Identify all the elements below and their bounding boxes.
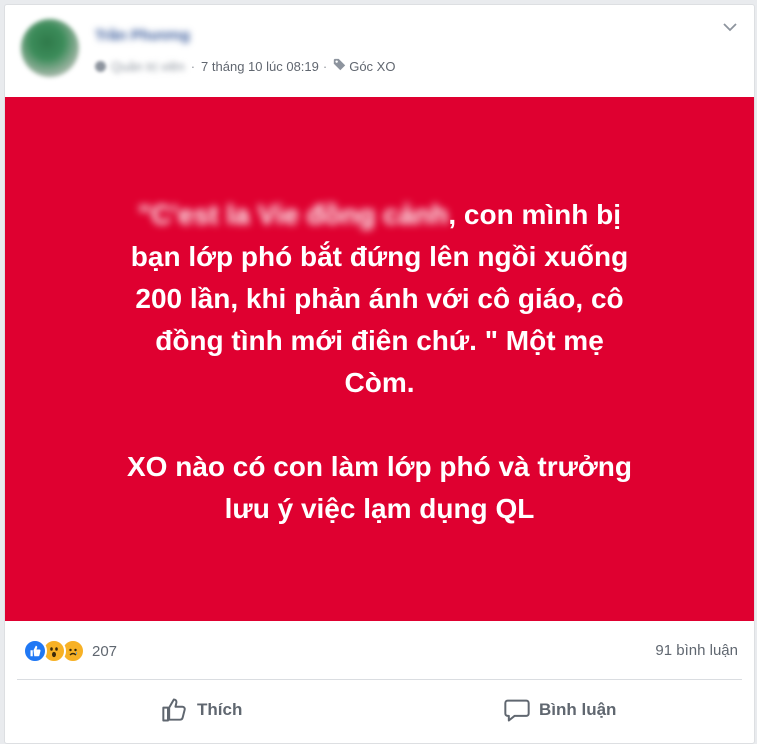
post-meta: Quản trị viên · 7 tháng 10 lúc 08:19 · G… [95, 58, 395, 74]
blurred-text: "C'est la Vie đồng cảnh [137, 199, 449, 230]
thumbs-up-icon [162, 698, 186, 722]
post-text-line-4: đồng tình mới điên chứ. " Một mẹ [155, 325, 604, 356]
post-text-line-3: 200 lần, khi phản ánh với cô giáo, cô [135, 283, 624, 314]
author-name[interactable]: Trần Phương [95, 27, 190, 44]
post-background: "C'est la Vie đồng cảnh, con mình bị bạn… [5, 97, 754, 621]
post-text-line-1-rest: , con mình bị [448, 199, 622, 230]
post-text-line-6: XO nào có con làm lớp phó và trưởng [126, 451, 633, 482]
meta-separator-2: · [322, 58, 328, 74]
post-text-line-1: "C'est la Vie đồng cảnh, con mình bị [60, 194, 700, 236]
globe-icon [95, 60, 106, 72]
comment-button[interactable]: Bình luận [503, 692, 616, 728]
post-timestamp[interactable]: 7 tháng 10 lúc 08:19 [201, 59, 319, 74]
action-bar: Thích Bình luận [5, 680, 754, 740]
post-text-line-2: bạn lớp phó bắt đứng lên ngồi xuống [130, 241, 629, 272]
tag-icon [333, 58, 346, 74]
post-text-line-5: Còm. [344, 367, 415, 398]
post-card: Trần Phương Quản trị viên · 7 tháng 10 l… [4, 4, 755, 744]
reaction-count: 207 [92, 642, 118, 660]
comment-label: Bình luận [539, 700, 617, 719]
reactions-summary[interactable]: 207 [23, 639, 117, 663]
like-label: Thích [197, 700, 243, 719]
chevron-down-icon[interactable] [722, 21, 738, 33]
author-role: Quản trị viên [111, 58, 185, 74]
comment-count[interactable]: 91 bình luận [655, 642, 738, 659]
group-name[interactable]: Góc XO [349, 59, 395, 74]
avatar[interactable] [21, 19, 79, 77]
post-text: "C'est la Vie đồng cảnh, con mình bị bạn… [60, 194, 700, 530]
engagement-bar: 207 91 bình luận [5, 621, 754, 679]
like-icon [23, 639, 47, 663]
like-button[interactable]: Thích [161, 692, 242, 728]
comment-icon [504, 699, 530, 722]
meta-separator: · [190, 58, 196, 74]
post-header: Trần Phương Quản trị viên · 7 tháng 10 l… [5, 5, 754, 97]
post-text-line-7: lưu ý việc lạm dụng QL [224, 493, 535, 524]
